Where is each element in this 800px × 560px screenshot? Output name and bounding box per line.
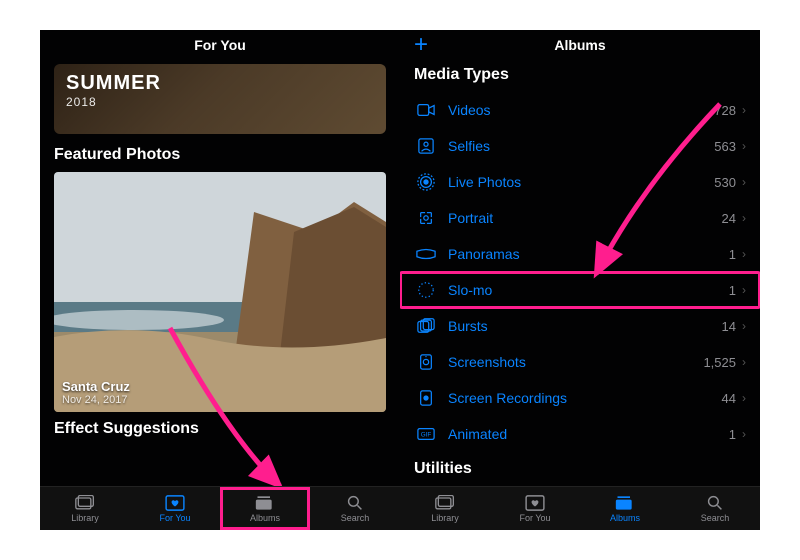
featured-photo-date: Nov 24, 2017 [62, 394, 130, 406]
tab-bar: Library For You Albums Search [400, 486, 760, 530]
media-row-label: Videos [438, 102, 714, 118]
media-row-count: 563 [714, 139, 736, 154]
chevron-right-icon: › [742, 175, 746, 189]
media-row-label: Screen Recordings [438, 390, 722, 406]
chevron-right-icon: › [742, 319, 746, 333]
chevron-right-icon: › [742, 391, 746, 405]
chevron-right-icon: › [742, 427, 746, 441]
panoramas-icon [414, 248, 438, 260]
memory-year: 2018 [66, 95, 374, 109]
slomo-icon [414, 281, 438, 299]
media-row-count: 728 [714, 103, 736, 118]
media-types-heading: Media Types [414, 66, 746, 84]
tab-label: Library [71, 513, 99, 523]
videos-icon [414, 103, 438, 117]
chevron-right-icon: › [742, 103, 746, 117]
albums-icon [615, 495, 635, 511]
nav-bar: + Albums [400, 30, 760, 60]
selfies-icon [414, 138, 438, 154]
media-row-count: 24 [722, 211, 736, 226]
phone-albums: + Albums Media Types Videos728›Selfies56… [400, 30, 760, 530]
media-row-live[interactable]: Live Photos530 › [400, 164, 760, 200]
chevron-right-icon: › [742, 283, 746, 297]
media-row-label: Portrait [438, 210, 722, 226]
tab-label: Search [341, 513, 370, 523]
portrait-icon [414, 210, 438, 226]
media-row-count: 44 [722, 391, 736, 406]
media-row-label: Panoramas [438, 246, 729, 262]
media-types-list: Videos728›Selfies563›Live Photos530›Port… [400, 92, 760, 530]
chevron-right-icon: › [742, 139, 746, 153]
tab-for-you[interactable]: For You [490, 487, 580, 530]
add-album-button[interactable]: + [414, 33, 428, 57]
search-icon [705, 495, 725, 511]
tab-library[interactable]: Library [400, 487, 490, 530]
heart-rect-icon [165, 495, 185, 511]
media-row-label: Selfies [438, 138, 714, 154]
tab-for-you[interactable]: For You [130, 487, 220, 530]
media-row-count: 1,525 [703, 355, 736, 370]
effect-suggestions-heading: Effect Suggestions [54, 420, 386, 438]
svg-text:GIF: GIF [421, 432, 432, 439]
media-row-count: 14 [722, 319, 736, 334]
media-row-portrait[interactable]: Portrait24 › [400, 200, 760, 236]
media-row-count: 1 [729, 427, 736, 442]
media-row-label: Screenshots [438, 354, 703, 370]
utilities-heading: Utilities [414, 460, 746, 478]
memory-title: SUMMER [66, 72, 374, 95]
tab-label: Albums [610, 513, 640, 523]
recordings-icon [414, 390, 438, 406]
live-icon [414, 173, 438, 191]
featured-photo-location: Santa Cruz [62, 379, 130, 394]
heart-rect-icon [525, 495, 545, 511]
library-icon [435, 495, 455, 511]
nav-title: Albums [554, 37, 605, 53]
media-row-animated[interactable]: GIF Animated1 › [400, 416, 760, 452]
media-row-videos[interactable]: Videos728 › [400, 92, 760, 128]
media-row-slomo[interactable]: Slo-mo1 › [400, 272, 760, 308]
featured-caption: Santa Cruz Nov 24, 2017 [62, 379, 130, 406]
tab-search[interactable]: Search [310, 487, 400, 530]
media-row-label: Animated [438, 426, 729, 442]
tab-label: For You [159, 513, 190, 523]
library-icon [75, 495, 95, 511]
featured-photo[interactable]: Santa Cruz Nov 24, 2017 [54, 172, 386, 412]
tab-label: Albums [250, 513, 280, 523]
chevron-right-icon: › [742, 247, 746, 261]
media-row-label: Live Photos [438, 174, 714, 190]
media-row-count: 530 [714, 175, 736, 190]
bursts-icon [414, 318, 438, 334]
media-row-panoramas[interactable]: Panoramas1 › [400, 236, 760, 272]
nav-title: For You [194, 37, 246, 53]
tab-label: Library [431, 513, 459, 523]
tab-bar: Library For You Albums Search [40, 486, 400, 530]
media-row-label: Bursts [438, 318, 722, 334]
media-row-count: 1 [729, 247, 736, 262]
media-row-label: Slo-mo [438, 282, 729, 298]
media-row-recordings[interactable]: Screen Recordings44 › [400, 380, 760, 416]
chevron-right-icon: › [742, 355, 746, 369]
memory-card[interactable]: SUMMER 2018 [54, 64, 386, 134]
nav-bar: For You [40, 30, 400, 60]
tab-label: Search [701, 513, 730, 523]
tab-search[interactable]: Search [670, 487, 760, 530]
search-icon [345, 495, 365, 511]
tab-library[interactable]: Library [40, 487, 130, 530]
tab-albums[interactable]: Albums [220, 487, 310, 530]
animated-icon: GIF [414, 427, 438, 441]
tab-label: For You [519, 513, 550, 523]
albums-icon [255, 495, 275, 511]
chevron-right-icon: › [742, 211, 746, 225]
tab-albums[interactable]: Albums [580, 487, 670, 530]
screenshots-icon [414, 354, 438, 370]
featured-photos-heading: Featured Photos [54, 146, 386, 164]
phone-for-you: For You SUMMER 2018 Featured Photos Sant… [40, 30, 400, 530]
media-row-selfies[interactable]: Selfies563 › [400, 128, 760, 164]
media-row-count: 1 [729, 283, 736, 298]
media-row-screenshots[interactable]: Screenshots1,525 › [400, 344, 760, 380]
media-row-bursts[interactable]: Bursts14 › [400, 308, 760, 344]
